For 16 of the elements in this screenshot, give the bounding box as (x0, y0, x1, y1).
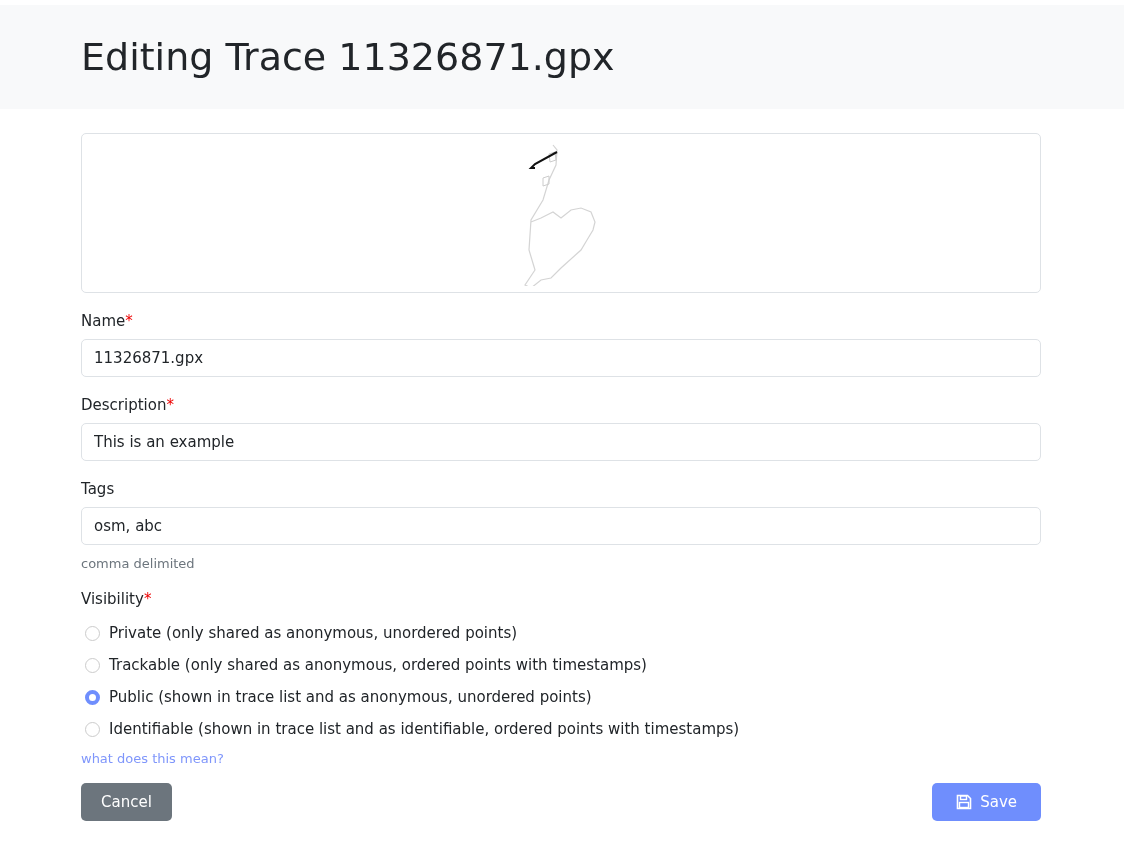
help-text: comma delimited (81, 556, 196, 571)
field-label: Name* (81, 312, 133, 330)
field-label: Description* (81, 396, 174, 414)
radio-label[interactable]: Trackable (only shared as anonymous, ordered points with timestamps) (109, 656, 647, 674)
cancel-button[interactable]: Cancel (81, 783, 172, 821)
radio-label[interactable]: Public (shown in trace list and as anonymous, unordered points) (109, 688, 592, 706)
input-field[interactable]: This is an example (81, 423, 1041, 461)
radio-button[interactable] (85, 689, 100, 705)
save-icon (956, 794, 973, 810)
field-label: Tags (81, 480, 115, 498)
input-field[interactable]: osm, abc (81, 507, 1041, 545)
radio-label[interactable]: Identifiable (shown in trace list and as identifiable, ordered points with timestamps) (109, 720, 740, 738)
page-title: Editing Trace 11326871.gpx (81, 35, 615, 79)
radio-label[interactable]: Private (only shared as anonymous, unordered points) (109, 624, 518, 642)
input-field[interactable]: 11326871.gpx (81, 339, 1041, 377)
field-label: Visibility* (81, 590, 152, 608)
